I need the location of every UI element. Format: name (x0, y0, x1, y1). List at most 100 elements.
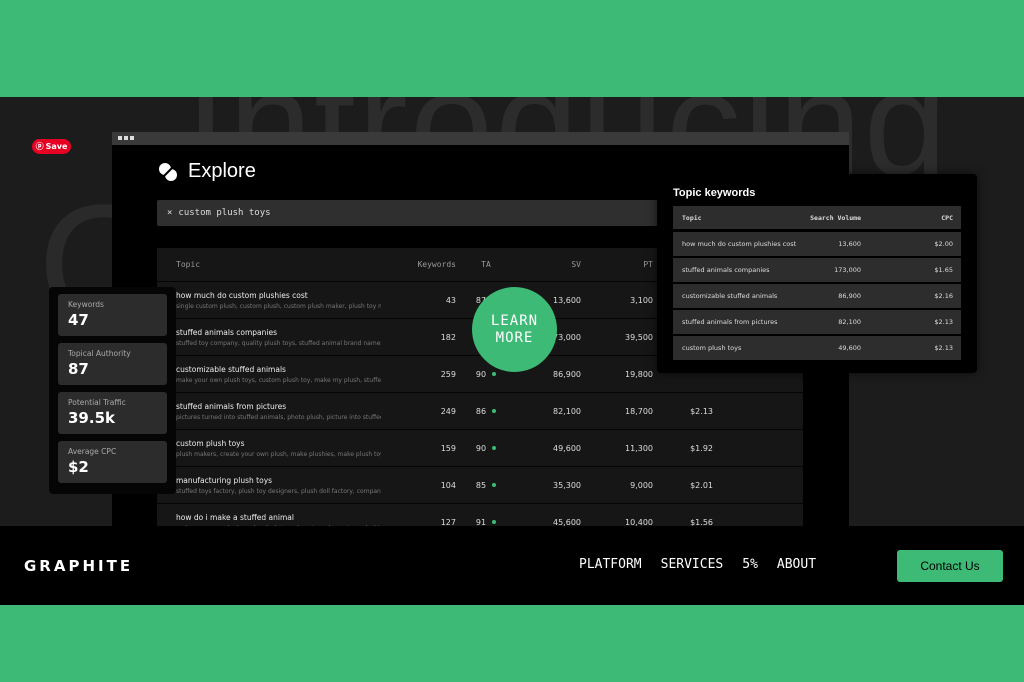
status-dot-icon (492, 409, 497, 413)
keyword-cpc: $1.65 (934, 266, 953, 274)
page-title: Explore (158, 160, 256, 183)
keyword-cpc: $2.13 (934, 344, 953, 352)
row-topic: how much do custom plushies cost (176, 290, 308, 300)
row-pt: 9,000 (630, 480, 653, 490)
learn-more-button[interactable]: LEARN MORE (472, 287, 557, 372)
pinterest-icon: ⓟ (35, 142, 44, 151)
keyword-row[interactable]: customizable stuffed animals 86,900 $2.16 (673, 284, 961, 308)
row-cpc: $1.56 (690, 517, 713, 527)
window-titlebar (112, 132, 849, 145)
row-pt: 39,500 (625, 332, 653, 342)
status-dot-icon (492, 446, 497, 450)
nav-5-percent[interactable]: 5% (742, 557, 758, 572)
row-sv: 35,300 (553, 480, 581, 490)
keyword-cpc: $2.16 (934, 292, 953, 300)
pinterest-save-button[interactable]: ⓟ Save (32, 139, 71, 154)
keyword-topic: custom plush toys (682, 344, 742, 352)
row-sv: 45,600 (553, 517, 581, 527)
row-topic: how do i make a stuffed animal (176, 512, 294, 522)
stat-keywords: Keywords 47 (58, 294, 167, 336)
keyword-sv: 173,000 (834, 266, 861, 274)
window-dot (118, 136, 122, 140)
table-row[interactable]: manufacturing plush toys stuffed toys fac… (157, 466, 803, 503)
keyword-cpc: $2.13 (934, 318, 953, 326)
row-pt: 11,300 (625, 443, 653, 453)
row-cpc: $1.92 (690, 443, 713, 453)
row-pt: 19,800 (625, 369, 653, 379)
row-topic: stuffed animals companies (176, 327, 277, 337)
keyword-row[interactable]: how much do custom plushies cost 13,600 $2… (673, 232, 961, 256)
row-sv: 86,900 (553, 369, 581, 379)
keyword-topic: how much do custom plushies cost (682, 240, 797, 248)
topic-keywords-panel: Topic keywords Topic Search Volume CPC h… (657, 174, 977, 373)
keyword-topic: stuffed animals from pictures (682, 318, 778, 326)
keyword-sv: 49,600 (838, 344, 861, 352)
clear-icon[interactable]: × (167, 208, 172, 218)
window-dot (130, 136, 134, 140)
row-keyword-count: 259 (440, 369, 456, 379)
row-topic: stuffed animals from pictures (176, 401, 287, 411)
stat-topical-authority: Topical Authority 87 (58, 343, 167, 385)
keyword-row[interactable]: stuffed animals from pictures 82,100 $2.13 (673, 310, 961, 334)
row-ta: 90 (475, 443, 487, 453)
header-keywords[interactable]: Keywords (387, 260, 456, 269)
row-pt: 18,700 (625, 406, 653, 416)
row-pt: 10,400 (625, 517, 653, 527)
row-keyword-count: 43 (445, 295, 456, 305)
nav-about[interactable]: ABOUT (777, 557, 816, 572)
stat-average-cpc: Average CPC $2 (58, 441, 167, 483)
stats-panel: Keywords 47 Topical Authority 87 Potential… (49, 287, 176, 494)
table-row[interactable]: stuffed animals from pictures pictures tu… (157, 392, 803, 429)
keyword-sv: 86,900 (838, 292, 861, 300)
keyword-row[interactable]: custom plush toys 49,600 $2.13 (673, 336, 961, 360)
status-dot-icon (492, 520, 497, 524)
status-dot-icon (492, 483, 497, 487)
explore-logo-icon (159, 162, 177, 181)
site-nav: GRAPHITE PLATFORM SERVICES 5% ABOUT Cont… (0, 526, 1024, 605)
row-keywords-list: single custom plush, custom plush, custo… (176, 302, 381, 310)
row-keyword-count: 182 (440, 332, 456, 342)
stat-potential-traffic: Potential Traffic 39.5k (58, 392, 167, 434)
row-keyword-count: 127 (440, 517, 456, 527)
header-pt[interactable]: PT (581, 260, 653, 269)
keyword-topic: stuffed animals companies (682, 266, 770, 274)
contact-us-button[interactable]: Contact Us (897, 550, 1003, 582)
header-topic[interactable]: Topic (157, 260, 387, 269)
row-ta: 91 (475, 517, 487, 527)
status-dot-icon (492, 372, 497, 376)
row-ta: 90 (475, 369, 487, 379)
graphite-logo[interactable]: GRAPHITE (24, 557, 133, 575)
row-sv: 49,600 (553, 443, 581, 453)
keyword-topic: customizable stuffed animals (682, 292, 778, 300)
nav-platform[interactable]: PLATFORM (579, 557, 642, 572)
row-keywords-list: pictures turned into stuffed animals, ph… (176, 413, 381, 421)
row-topic: custom plush toys (176, 438, 245, 448)
window-dot (124, 136, 128, 140)
keyword-row[interactable]: stuffed animals companies 173,000 $1.65 (673, 258, 961, 282)
panel-title: Topic keywords (673, 187, 756, 199)
row-keyword-count: 104 (440, 480, 456, 490)
row-pt: 3,100 (630, 295, 653, 305)
table-row[interactable]: how do i make a stuffed animalmake your … (157, 503, 803, 526)
row-ta: 85 (475, 480, 487, 490)
keyword-sv: 82,100 (838, 318, 861, 326)
row-keywords-list: stuffed toy company, quality plush toys,… (176, 339, 381, 347)
search-query: custom plush toys (178, 208, 271, 218)
row-keywords-list: plush makers, create your own plush, mak… (176, 450, 381, 458)
row-keywords-list: make your own plush toys, custom plush t… (176, 376, 381, 384)
row-sv: 82,100 (553, 406, 581, 416)
row-topic: customizable stuffed animals (176, 364, 286, 374)
keyword-sv: 13,600 (838, 240, 861, 248)
keyword-cpc: $2.00 (934, 240, 953, 248)
row-cpc: $2.13 (690, 406, 713, 416)
row-keyword-count: 249 (440, 406, 456, 416)
header-ta[interactable]: TA (456, 260, 516, 269)
header-sv[interactable]: SV (516, 260, 581, 269)
row-keyword-count: 159 (440, 443, 456, 453)
row-topic: manufacturing plush toys (176, 475, 273, 485)
table-row[interactable]: custom plush toys plush makers, create yo… (157, 429, 803, 466)
row-ta: 86 (475, 406, 487, 416)
row-keywords-list: stuffed toys factory, plush toy designer… (176, 487, 381, 495)
row-cpc: $2.01 (690, 480, 713, 490)
nav-services[interactable]: SERVICES (661, 557, 724, 572)
